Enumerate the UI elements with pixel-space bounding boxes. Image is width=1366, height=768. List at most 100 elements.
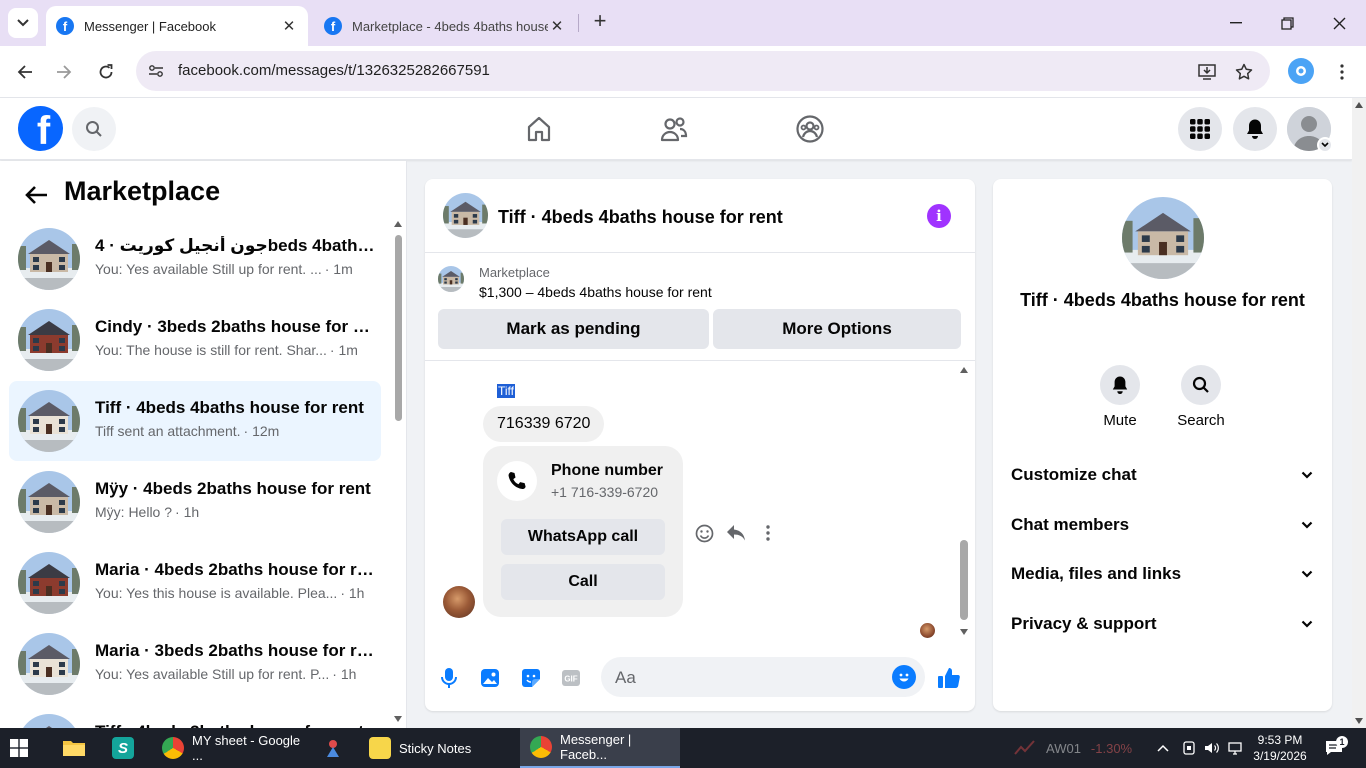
file-explorer-button[interactable] [62,728,90,768]
customize-chat-section[interactable]: Customize chat [1011,460,1313,490]
reply-button[interactable] [725,522,747,544]
message-input[interactable]: Aa [601,657,925,697]
page-scrollbar[interactable] [1352,98,1366,728]
whatsapp-call-button[interactable]: WhatsApp call [501,519,665,555]
url-text[interactable]: facebook.com/messages/t/1326325282667591 [178,62,490,79]
conversation-item[interactable]: Tiff · 4beds 3baths house for rent [9,705,381,728]
attach-photo-button[interactable] [478,666,502,690]
scroll-down-arrow[interactable] [960,629,968,635]
conversation-item[interactable]: جون أنجيل كوريت · 4beds 4baths house for… [9,219,381,299]
chevron-down-icon [1301,570,1313,578]
media-files-links-section[interactable]: Media, files and links [1011,559,1313,589]
scroll-up-arrow[interactable] [1355,102,1363,108]
tab-title: Marketplace - 4beds 4baths house [352,18,548,34]
like-button[interactable] [937,666,961,690]
scroll-up-arrow[interactable] [960,367,968,373]
tray-device-icon[interactable] [1182,728,1196,768]
react-button[interactable] [693,522,715,544]
notifications-button[interactable] [1233,107,1277,151]
site-settings-icon[interactable] [146,61,166,81]
taskbar-app-button[interactable] [322,728,350,768]
conversation-item[interactable]: Maria · 4beds 2baths house for rent You: … [9,543,381,623]
mute-action[interactable]: Mute [1090,365,1150,429]
scroll-down-arrow[interactable] [1355,718,1363,724]
nav-groups[interactable] [794,113,826,145]
listing-thumbnail[interactable] [438,266,464,292]
close-tab-icon[interactable]: ✕ [280,17,298,35]
bell-icon [1112,376,1128,394]
tab-search-button[interactable] [8,8,38,38]
more-options-button[interactable]: More Options [713,309,961,349]
nav-friends[interactable] [658,113,690,145]
volume-button[interactable] [1204,728,1220,768]
house-photo [18,633,80,695]
minimize-button[interactable] [1223,10,1249,36]
message-bubble[interactable]: 716339 6720 [483,406,605,442]
notification-center-button[interactable]: 1 [1325,728,1348,768]
conversation-item[interactable]: Mÿy · 4beds 2baths house for rent Mÿy: He… [9,462,381,542]
back-arrow-button[interactable] [22,181,50,209]
section-label: Privacy & support [1011,614,1157,633]
browser-menu-button[interactable] [1330,59,1354,85]
system-clock[interactable]: 9:53 PM 3/19/2026 [1244,732,1316,764]
gif-button[interactable]: GIF [559,666,583,690]
tab-messenger[interactable]: f Messenger | Facebook ✕ [46,6,308,46]
message-scrollbar[interactable] [958,362,970,642]
bookmark-star-icon[interactable] [1233,61,1255,83]
ticker-symbol: AW01 [1046,740,1081,756]
address-bar[interactable]: facebook.com/messages/t/1326325282667591 [136,51,1270,91]
chat-title[interactable]: Tiff · 4beds 4baths house for rent [498,207,783,228]
message-more-button[interactable] [757,522,779,544]
conversation-info-button[interactable]: i [927,204,951,228]
scroll-thumb[interactable] [960,540,968,620]
menu-button[interactable] [1178,107,1222,151]
snippet-text: Tiff sent an attachment. [95,423,241,439]
extension-icon[interactable] [1288,58,1314,84]
facebook-logo[interactable]: f [18,106,63,151]
emoji-picker-button[interactable] [892,665,916,689]
reload-button[interactable] [93,59,119,85]
install-app-icon[interactable] [1196,61,1218,83]
conversation-item[interactable]: Cindy · 3beds 2baths house for rent You: … [9,300,381,380]
app-s-button[interactable]: S [112,728,140,768]
sender-avatar[interactable] [443,586,475,618]
scroll-thumb[interactable] [395,235,402,421]
call-button[interactable]: Call [501,564,665,600]
listing-price-title[interactable]: $1,300 – 4beds 4baths house for rent [479,284,712,300]
close-window-button[interactable] [1326,10,1352,36]
kebab-icon [766,525,770,541]
show-hidden-icons-button[interactable] [1157,728,1169,768]
voice-clip-button[interactable] [437,666,461,690]
scroll-down-arrow[interactable] [394,716,402,722]
forward-button[interactable] [51,59,77,85]
tab-marketplace[interactable]: f Marketplace - 4beds 4baths house ✕ [314,6,576,46]
mark-as-pending-button[interactable]: Mark as pending [438,309,709,349]
close-tab-icon[interactable]: ✕ [548,17,566,35]
conversation-item[interactable]: Maria · 3beds 2baths house for rent You: … [9,624,381,704]
taskbar-messenger[interactable]: Messenger | Faceb... [520,728,680,768]
taskbar-sticky-notes[interactable]: Sticky Notes [365,728,513,768]
restore-button[interactable] [1274,10,1300,36]
chat-members-section[interactable]: Chat members [1011,510,1313,540]
conversation-item[interactable]: Tiff · 4beds 4baths house for rent Tiff s… [9,381,381,461]
nav-home[interactable] [523,113,555,145]
facebook-search-button[interactable] [72,107,116,151]
start-button[interactable] [10,728,38,768]
snippet-text: You: Yes available Still up for rent. P.… [95,666,330,682]
conversation-snippet: Tiff sent an attachment. · 12m [95,423,375,439]
house-photo [18,552,80,614]
sticker-button[interactable] [519,666,543,690]
scroll-up-arrow[interactable] [394,221,402,227]
privacy-support-section[interactable]: Privacy & support [1011,609,1313,639]
network-button[interactable] [1228,728,1244,768]
back-button[interactable] [12,59,38,85]
account-chevron[interactable] [1317,137,1333,153]
search-action[interactable]: Search [1171,365,1231,429]
stock-ticker-widget[interactable]: AW01 -1.30% [1014,728,1132,768]
sidebar-scrollbar[interactable] [392,219,404,728]
taskbar-google-sheets[interactable]: MY sheet - Google ... [158,728,306,768]
chat-avatar[interactable] [443,193,488,238]
clock-time: 9:53 PM [1257,733,1303,747]
listing-avatar[interactable] [1122,197,1204,279]
new-tab-button[interactable]: + [588,10,612,34]
